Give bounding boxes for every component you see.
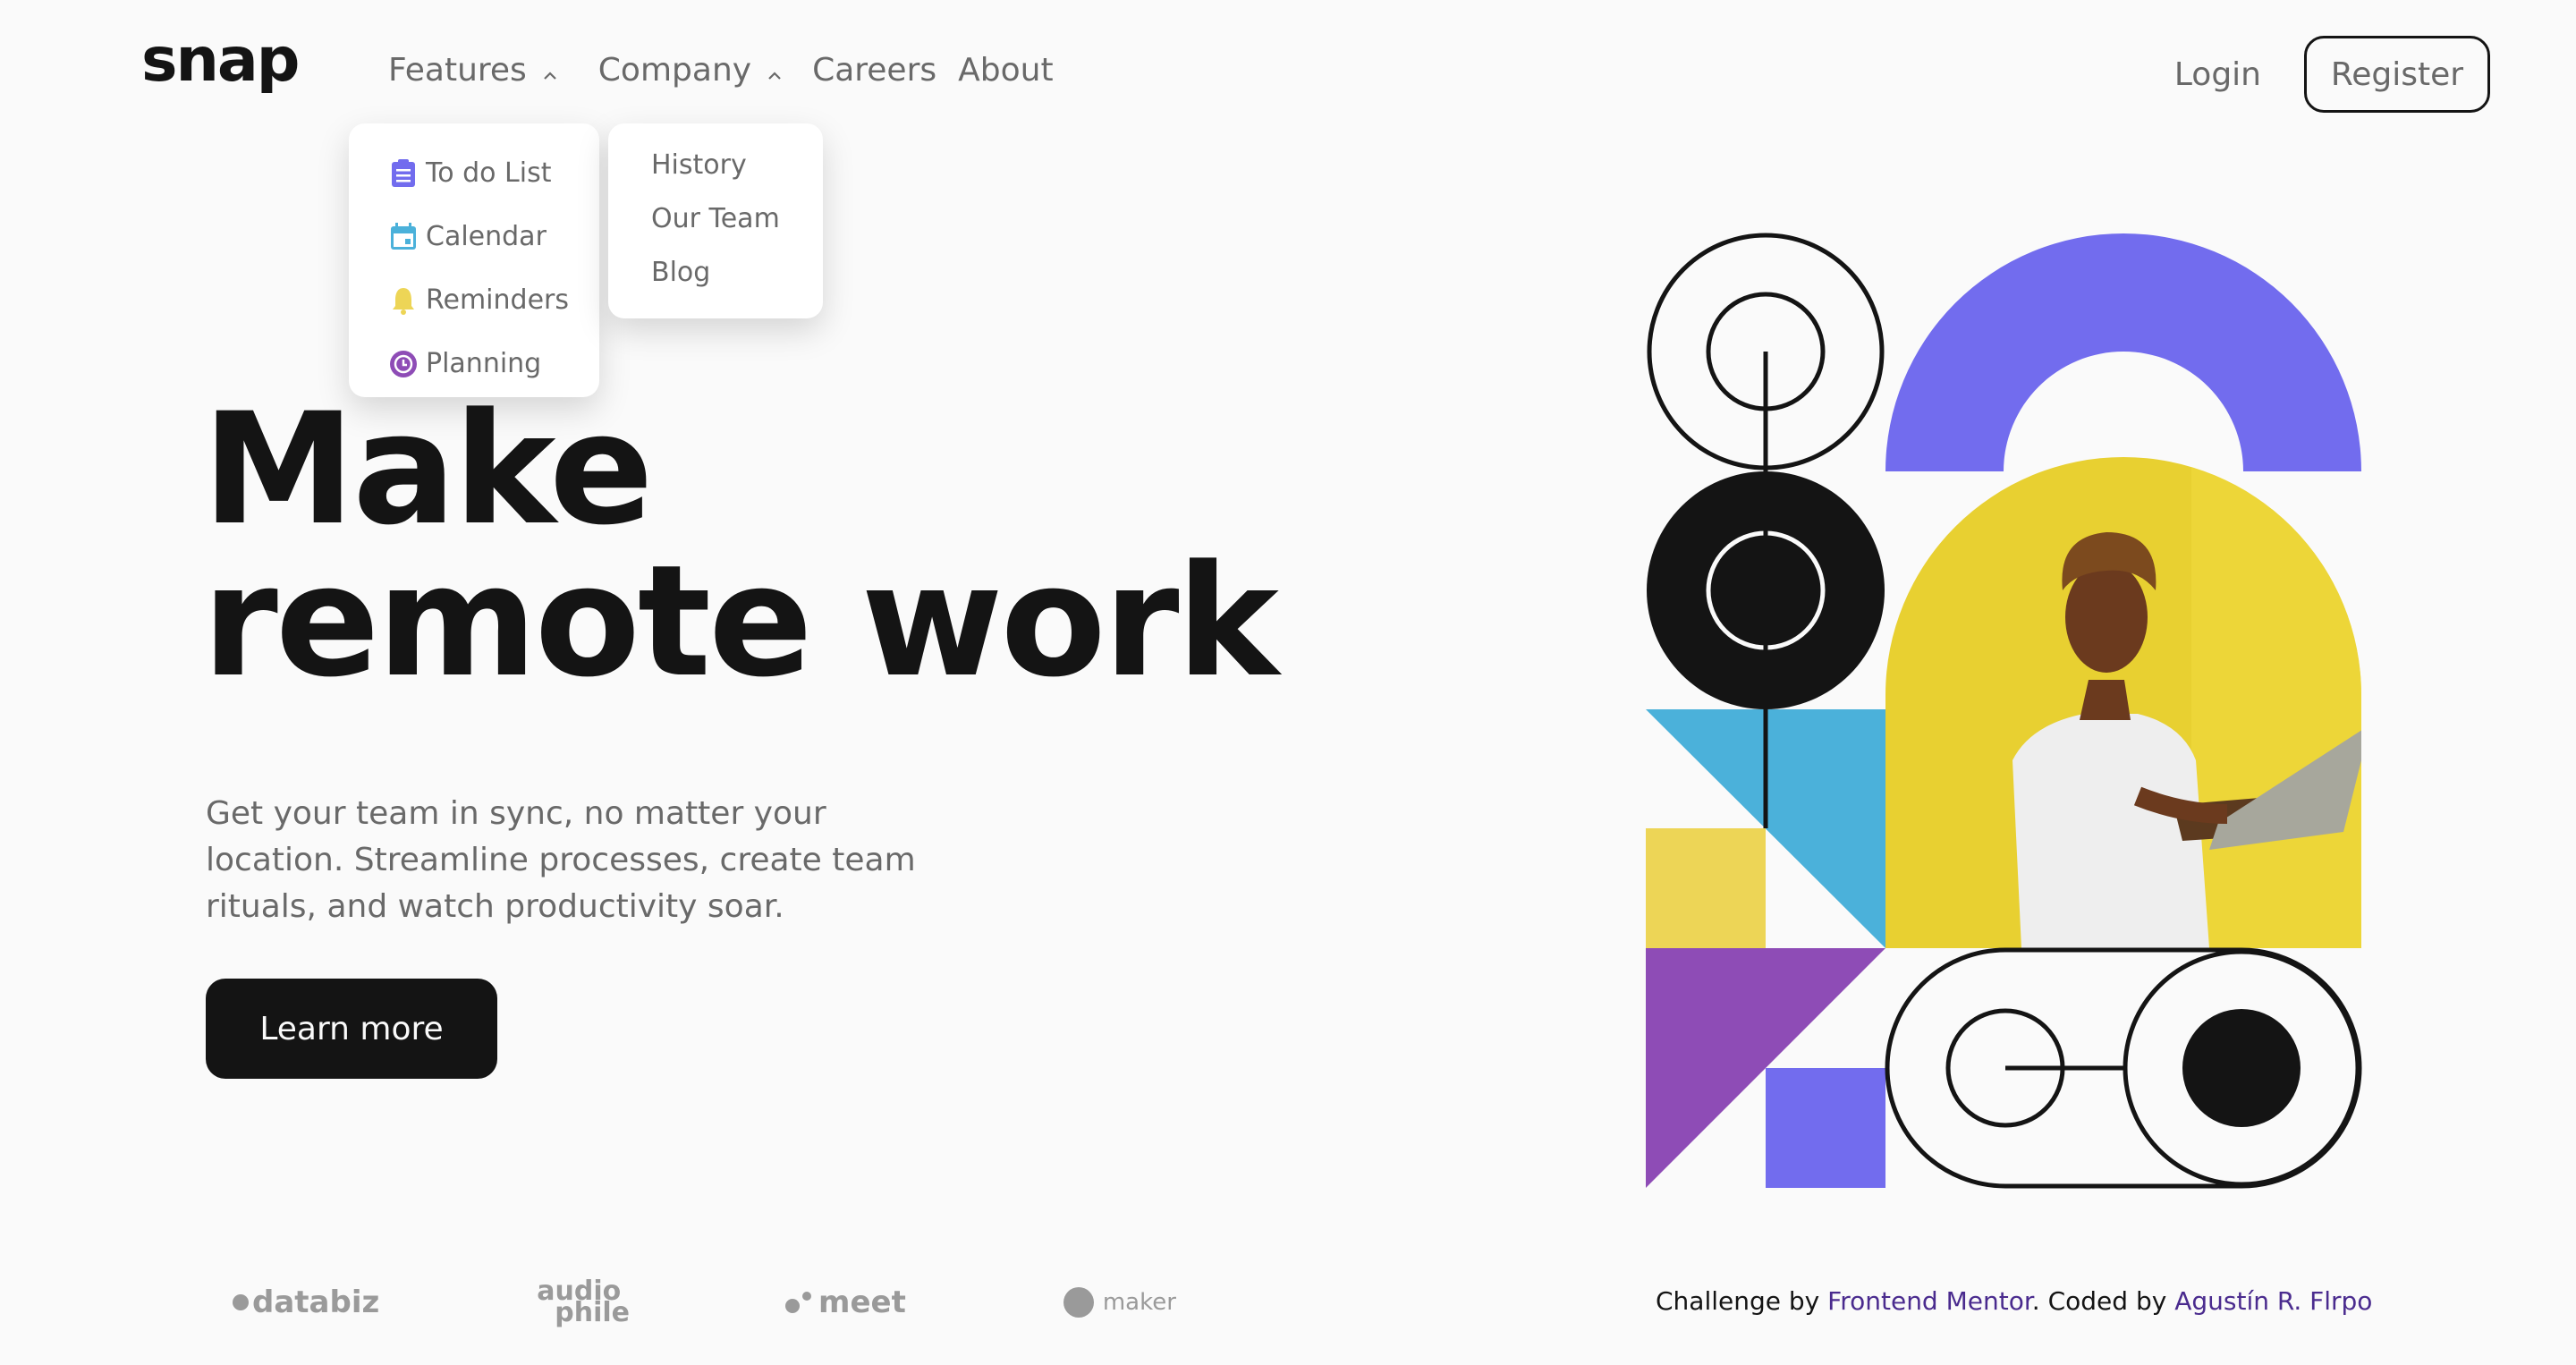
hero-title: Make remote work xyxy=(202,379,1279,711)
snap-logo[interactable]: snap xyxy=(141,30,300,91)
menu-item-reminders[interactable]: Reminders xyxy=(388,268,599,332)
menu-item-history[interactable]: History xyxy=(651,138,823,191)
purple-arch-shape xyxy=(1885,233,2361,471)
chevron-up-icon xyxy=(543,52,557,89)
menu-item-calendar[interactable]: Calendar xyxy=(388,205,599,268)
menu-item-label: Planning xyxy=(426,348,542,379)
menu-item-label: Reminders xyxy=(426,284,569,316)
attribution: Challenge by Frontend Mentor. Coded by A… xyxy=(1656,1286,2372,1316)
nav-features-label: Features xyxy=(388,52,527,89)
register-button[interactable]: Register xyxy=(2304,36,2490,113)
main-nav: Features Company Careers About xyxy=(388,52,1054,89)
maker-logo-text: maker xyxy=(1102,1289,1176,1316)
nav-company-label: Company xyxy=(597,52,752,89)
purple-square-shape xyxy=(1766,1068,1885,1188)
menu-item-label: To do List xyxy=(426,157,552,189)
company-dropdown: History Our Team Blog xyxy=(608,123,823,318)
maker-logo: maker xyxy=(1063,1287,1176,1318)
meet-logo-text: meet xyxy=(818,1284,906,1320)
dots-icon xyxy=(785,1292,812,1313)
audiophile-logo-bottom: phile xyxy=(555,1297,631,1328)
author-link[interactable]: Agustín R. Flrpo xyxy=(2174,1286,2372,1316)
dot-icon xyxy=(233,1294,249,1310)
menu-item-label: Calendar xyxy=(426,221,547,252)
login-link[interactable]: Login xyxy=(2174,56,2261,93)
calendar-icon xyxy=(388,222,419,252)
bell-icon xyxy=(388,285,419,316)
yellow-square-shape xyxy=(1646,828,1766,948)
features-dropdown: To do List Calendar Reminders Planning xyxy=(349,123,599,397)
attribution-middle: . Coded by xyxy=(2031,1286,2167,1316)
maker-mark-icon xyxy=(1063,1287,1094,1318)
person-photo xyxy=(1885,457,2361,948)
menu-item-todo-list[interactable]: To do List xyxy=(388,141,599,205)
chevron-up-icon xyxy=(767,52,782,89)
menu-item-blog[interactable]: Blog xyxy=(651,245,823,299)
nav-about[interactable]: About xyxy=(958,52,1053,89)
nav-company[interactable]: Company xyxy=(598,52,782,89)
nav-careers[interactable]: Careers xyxy=(812,52,936,89)
clients-logos: databiz audio phile meet maker xyxy=(233,1278,1176,1328)
menu-item-our-team[interactable]: Our Team xyxy=(651,191,823,245)
audiophile-logo: audio phile xyxy=(537,1278,631,1328)
hero-illustration xyxy=(1637,224,2370,1190)
databiz-logo: databiz xyxy=(233,1284,379,1320)
todo-list-icon xyxy=(388,158,419,189)
databiz-logo-text: databiz xyxy=(252,1284,380,1320)
auth-actions: Login Register xyxy=(2174,36,2490,113)
meet-logo: meet xyxy=(785,1284,906,1320)
nav-features[interactable]: Features xyxy=(388,52,557,89)
hero-description: Get your team in sync, no matter your lo… xyxy=(206,795,916,925)
attribution-prefix: Challenge by xyxy=(1656,1286,1820,1316)
hero-title-line1: Make xyxy=(202,379,654,559)
hero-title-line2: remote work xyxy=(202,531,1279,711)
frontend-mentor-link[interactable]: Frontend Mentor xyxy=(1827,1286,2032,1316)
learn-more-button[interactable]: Learn more xyxy=(206,979,497,1079)
planning-clock-icon xyxy=(388,349,419,379)
